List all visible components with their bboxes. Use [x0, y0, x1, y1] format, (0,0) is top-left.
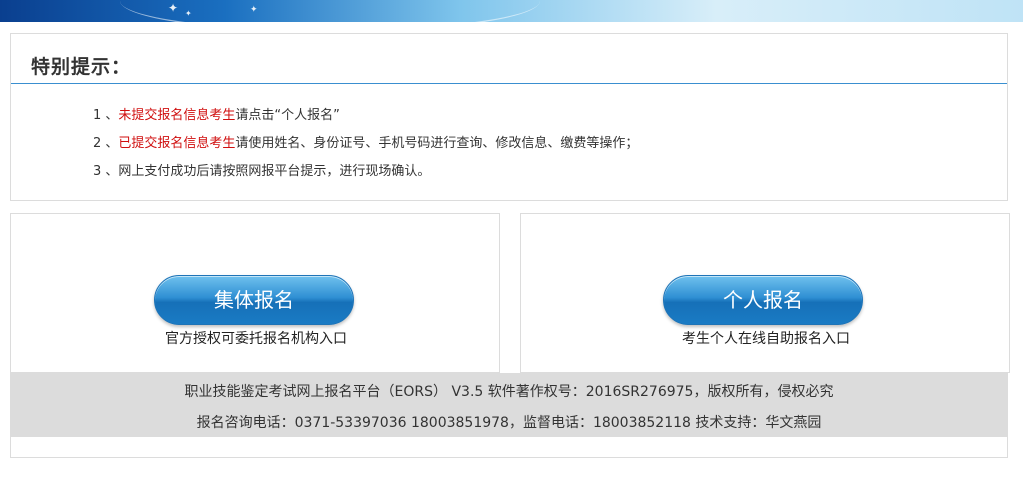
notice-item-3: 3 、网上支付成功后请按照网报平台提示，进行现场确认。: [93, 160, 430, 179]
group-registration-caption: 官方授权可委托报名机构入口: [165, 331, 347, 347]
individual-registration-panel: 个人报名 考生个人在线自助报名入口: [520, 213, 1010, 373]
notice-divider: [11, 83, 1007, 84]
notice-item-text: 请点击“个人报名”: [235, 108, 340, 123]
notice-item-number: 2 、: [93, 136, 119, 151]
footer-bottom-frame: [10, 437, 1008, 458]
sparkle-icon: ✦: [168, 1, 179, 15]
notice-item-number: 1 、: [93, 108, 119, 123]
notice-item-highlight: 未提交报名信息考生: [118, 108, 236, 123]
sparkle-icon: ✦: [185, 9, 192, 18]
group-registration-button[interactable]: 集体报名: [154, 275, 354, 325]
footer: 职业技能鉴定考试网上报名平台（EORS） V3.5 软件著作权号：2016SR2…: [10, 373, 1008, 437]
notice-item-1: 1 、未提交报名信息考生请点击“个人报名”: [93, 104, 340, 123]
banner-swoosh-decoration: [120, 0, 540, 22]
notice-item-text: 请使用姓名、身份证号、手机号码进行查询、修改信息、缴费等操作；: [235, 136, 639, 151]
footer-contact: 报名咨询电话：0371-53397036 18003851978，监督电话：18…: [196, 415, 822, 431]
special-notice-box: 特别提示： 1 、未提交报名信息考生请点击“个人报名” 2 、已提交报名信息考生…: [10, 33, 1008, 201]
individual-registration-button[interactable]: 个人报名: [663, 275, 863, 325]
footer-copyright: 职业技能鉴定考试网上报名平台（EORS） V3.5 软件著作权号：2016SR2…: [184, 384, 834, 400]
top-banner: ✦ ✦ ✦: [0, 0, 1023, 22]
group-registration-panel: 集体报名 官方授权可委托报名机构入口: [10, 213, 500, 373]
notice-title: 特别提示：: [31, 56, 132, 78]
notice-item-text: 网上支付成功后请按照网报平台提示，进行现场确认。: [118, 164, 431, 179]
notice-item-2: 2 、已提交报名信息考生请使用姓名、身份证号、手机号码进行查询、修改信息、缴费等…: [93, 132, 638, 151]
notice-item-number: 3 、: [93, 164, 119, 179]
notice-item-highlight: 已提交报名信息考生: [118, 136, 236, 151]
sparkle-icon: ✦: [250, 5, 258, 15]
individual-registration-caption: 考生个人在线自助报名入口: [682, 331, 850, 347]
